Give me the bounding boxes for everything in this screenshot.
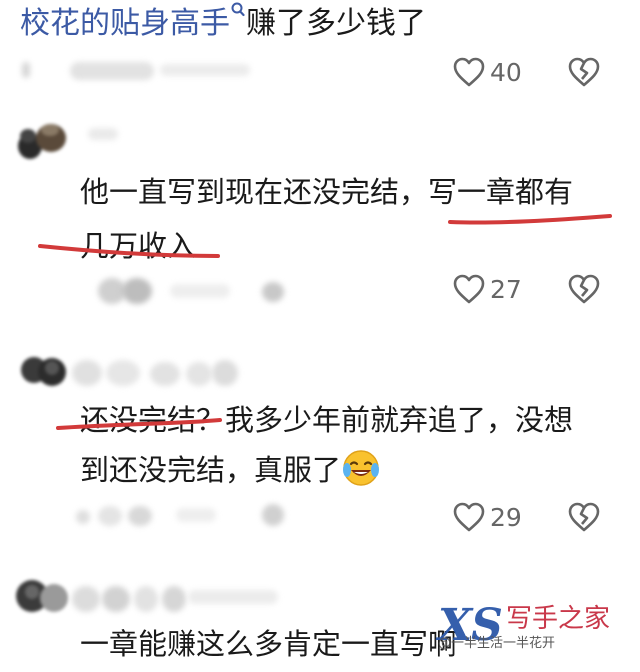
blurred-username [72,360,102,386]
dislike-button[interactable] [567,273,601,309]
avatar[interactable] [14,574,72,614]
blurred-username [106,360,140,386]
dislike-button[interactable] [567,501,601,537]
blurred-username [160,64,250,76]
broken-heart-icon [568,274,600,304]
heart-outline-icon [453,57,485,87]
blurred-meta [128,506,152,526]
dislike-button[interactable] [567,56,601,92]
broken-heart-icon [568,57,600,87]
avatar[interactable] [14,118,72,160]
like-button[interactable] [452,501,486,537]
watermark: XS 写手之家 @一半生活一半花开 [438,600,640,664]
avatar[interactable] [20,348,70,388]
blurred-meta [76,510,90,524]
comment-text: 写一章都有 [428,175,574,209]
blurred-username [212,360,238,386]
blurred-username [188,590,278,604]
blurred-username [72,586,100,612]
red-underline [56,418,222,430]
watermark-brand: 写手之家 [506,604,611,634]
comment-body: 到还没完结，真服了 [80,442,381,498]
comment-text: 我多少年前就弃追了，没想 [225,403,574,437]
post-title-row: 校花的贴身高手 赚了多少钱了 [20,2,426,44]
like-button[interactable] [452,56,486,92]
like-button[interactable] [452,273,486,309]
heart-outline-icon [453,502,485,532]
title-link[interactable]: 校花的贴身高手 [20,6,230,41]
red-underline [38,244,220,258]
comment-text: 他一直写到现在还没完结， [80,175,429,209]
blurred-meta [262,282,284,302]
watermark-handle: @一半生活一半花开 [438,636,556,651]
blurred-username [70,62,154,80]
blurred-username [22,62,30,78]
blurred-meta [262,504,284,526]
blurred-meta [122,278,152,304]
blurred-username [134,586,158,612]
blurred-username [102,586,130,612]
red-underline [448,214,612,225]
blurred-meta [98,506,122,526]
blurred-username [186,362,212,386]
broken-heart-icon [568,502,600,532]
like-count: 27 [490,275,522,304]
like-count: 40 [490,58,522,87]
heart-outline-icon [453,274,485,304]
blurred-username [88,128,118,140]
comment-text: 到还没完结，真服了 [80,453,342,487]
blurred-meta [176,508,216,522]
blurred-meta [170,284,230,298]
blurred-username [150,362,180,386]
blurred-username [162,586,186,612]
title-text: 赚了多少钱了 [246,6,426,41]
like-count: 29 [490,503,522,532]
laughing-tears-emoji [341,448,381,488]
search-icon[interactable] [231,0,245,17]
